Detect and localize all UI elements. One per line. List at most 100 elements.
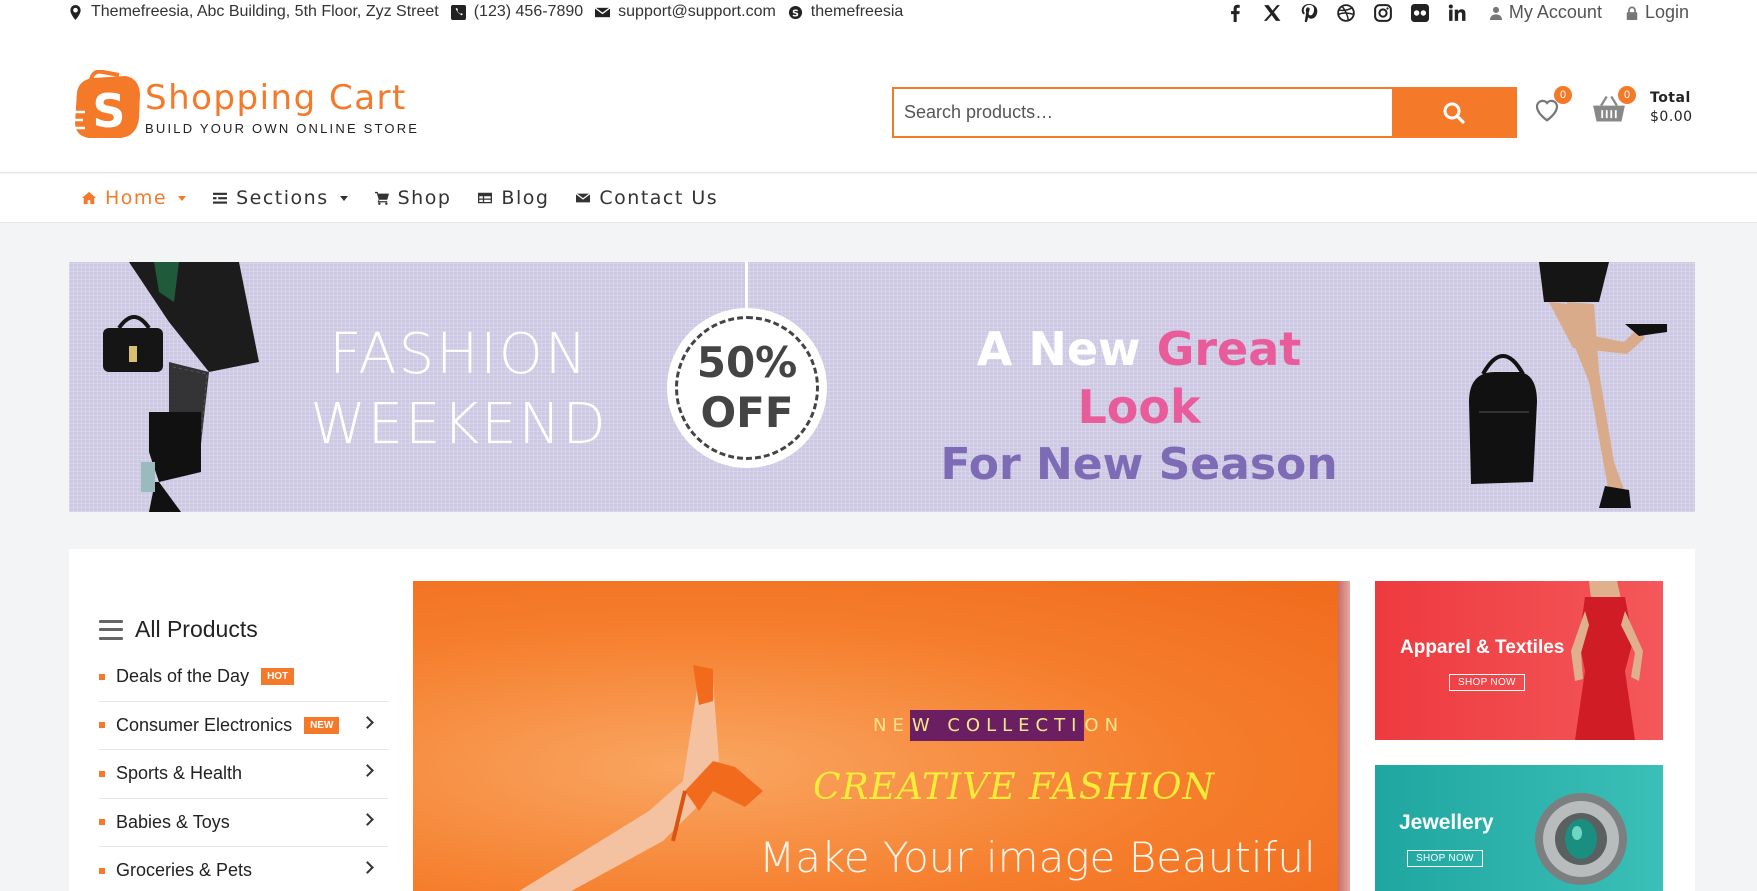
logo-text: Shopping Cart BUILD YOUR OWN ONLINE STOR… — [145, 79, 419, 136]
category-title-text: All Products — [135, 616, 258, 642]
category-menu-title[interactable]: All Products — [99, 616, 258, 643]
wishlist-button[interactable]: 0 — [1532, 86, 1572, 126]
site-logo[interactable]: S Shopping Cart BUILD YOUR OWN ONLINE ST… — [69, 69, 419, 144]
cart-total-label: Total — [1650, 90, 1691, 106]
eyebrow-post: ON — [1084, 715, 1125, 736]
dribbble-icon[interactable] — [1337, 3, 1355, 22]
next-slide-edge — [1338, 581, 1350, 891]
cart-button[interactable]: 0 — [1592, 86, 1636, 126]
fashion-leg-image — [519, 665, 763, 891]
skype-item[interactable]: S themefreesia — [788, 3, 904, 21]
discount-tag: 50% OFF — [667, 308, 827, 468]
nav-label-home[interactable]: Home — [105, 187, 167, 209]
category-item-electronics[interactable]: Consumer Electronics NEW — [99, 702, 388, 750]
login-link[interactable]: Login — [1625, 2, 1689, 23]
category-item-groceries[interactable]: Groceries & Pets — [99, 847, 388, 891]
lock-icon — [1626, 6, 1638, 20]
search-button[interactable] — [1392, 89, 1515, 136]
category-label[interactable]: Babies & Toys — [116, 812, 230, 833]
map-pin-icon — [70, 4, 81, 20]
phone-item[interactable]: (123) 456-7890 — [450, 3, 583, 21]
chevron-right-icon — [361, 812, 374, 826]
nav-item-contact[interactable]: Contact Us — [576, 187, 718, 209]
site-tagline: BUILD YOUR OWN ONLINE STORE — [145, 120, 420, 136]
shop-now-button[interactable]: SHOP NOW — [1407, 850, 1483, 867]
chevron-right-icon — [361, 715, 374, 729]
table-icon — [478, 192, 493, 204]
search-input[interactable] — [894, 89, 1392, 136]
my-account-link[interactable]: My Account — [1489, 2, 1602, 23]
eyebrow-pre: NE — [873, 715, 910, 736]
category-item-babies[interactable]: Babies & Toys — [99, 799, 388, 847]
hamburger-icon — [99, 619, 123, 640]
nav-label-contact[interactable]: Contact Us — [599, 187, 718, 209]
search-icon — [1443, 102, 1465, 124]
category-item-sports[interactable]: Sports & Health — [99, 750, 388, 799]
search-form — [892, 87, 1517, 138]
slider-subtitle: Make Your image Beautiful — [759, 833, 1316, 882]
user-icon — [1489, 6, 1503, 20]
model-figure-left-image — [103, 262, 259, 512]
cart-total-value: $0.00 — [1650, 109, 1693, 125]
banner-left-line1: FASHION — [329, 322, 589, 387]
discount-value: 50% — [696, 338, 798, 387]
nav-item-shop[interactable]: Shop — [374, 187, 452, 209]
category-list: Deals of the Day HOT Consumer Electronic… — [99, 653, 388, 891]
headline-line2: For New Season — [940, 439, 1338, 490]
shop-now-button[interactable]: SHOP NOW — [1449, 674, 1525, 691]
nav-label-shop[interactable]: Shop — [398, 187, 452, 209]
category-label[interactable]: Sports & Health — [116, 763, 242, 784]
bullet-icon — [99, 867, 105, 874]
tag-string — [745, 262, 748, 308]
svg-text:S: S — [92, 84, 125, 138]
pinterest-icon[interactable] — [1300, 3, 1318, 22]
flickr-icon[interactable] — [1410, 3, 1429, 22]
facebook-icon[interactable] — [1226, 4, 1244, 22]
email-text[interactable]: support@support.com — [618, 3, 776, 21]
contact-info: Themefreesia, Abc Building, 5th Floor, Z… — [68, 3, 903, 21]
main-content: All Products Deals of the Day HOT Consum… — [69, 549, 1695, 891]
nav-item-sections[interactable]: Sections — [213, 187, 348, 209]
promo-jewellery[interactable]: Jewellery SHOP NOW — [1375, 765, 1663, 891]
bullet-icon — [99, 722, 105, 729]
wishlist-count-badge: 0 — [1554, 86, 1572, 104]
chevron-down-icon — [339, 195, 348, 201]
banner-fashion-weekend: FASHION WEEKEND — [309, 320, 609, 460]
bullet-icon — [99, 770, 105, 777]
nav-item-blog[interactable]: Blog — [478, 187, 549, 209]
svg-text:S: S — [792, 8, 799, 19]
phone-text[interactable]: (123) 456-7890 — [474, 3, 583, 21]
skype-text[interactable]: themefreesia — [811, 3, 904, 21]
skype-icon: S — [788, 5, 802, 19]
address-text: Themefreesia, Abc Building, 5th Floor, Z… — [91, 3, 439, 20]
new-badge: NEW — [304, 716, 340, 734]
cart-total[interactable]: Total $0.00 — [1650, 89, 1693, 127]
model-figure-right-image — [1469, 262, 1667, 508]
slider-title: CREATIVE FASHION — [813, 767, 1216, 808]
site-title[interactable]: Shopping Cart — [145, 79, 419, 117]
hero-slider[interactable]: NE W COLLECTI ON CREATIVE FASHION Make You… — [413, 581, 1350, 891]
category-item-deals[interactable]: Deals of the Day HOT — [99, 653, 388, 702]
email-item[interactable]: support@support.com — [595, 3, 776, 21]
x-twitter-icon[interactable] — [1263, 4, 1281, 22]
instagram-icon[interactable] — [1374, 3, 1392, 22]
headline-white: A New — [976, 322, 1141, 376]
bullet-icon — [99, 673, 105, 680]
promo-apparel[interactable]: Apparel & Textiles SHOP NOW — [1375, 581, 1663, 740]
nav-label-blog[interactable]: Blog — [501, 187, 549, 209]
topbar-right: My Account Login — [1226, 2, 1689, 23]
category-label[interactable]: Consumer Electronics — [116, 715, 292, 736]
discount-off: OFF — [700, 388, 794, 437]
my-account-label[interactable]: My Account — [1509, 2, 1602, 23]
promo-banner[interactable]: FASHION WEEKEND 50% OFF A New Great Look… — [69, 262, 1695, 512]
linkedin-icon[interactable] — [1448, 3, 1466, 22]
chevron-right-icon — [361, 764, 374, 777]
nav-label-sections[interactable]: Sections — [236, 187, 329, 209]
banner-left-line2: WEEKEND — [310, 392, 608, 457]
login-label[interactable]: Login — [1645, 2, 1689, 23]
category-label[interactable]: Deals of the Day — [116, 666, 249, 687]
main-navigation: Home Sections Shop Blog Contact Us — [0, 174, 1757, 223]
nav-item-home[interactable]: Home — [82, 187, 187, 209]
cart-count-badge: 0 — [1618, 86, 1636, 104]
category-label[interactable]: Groceries & Pets — [116, 860, 252, 881]
